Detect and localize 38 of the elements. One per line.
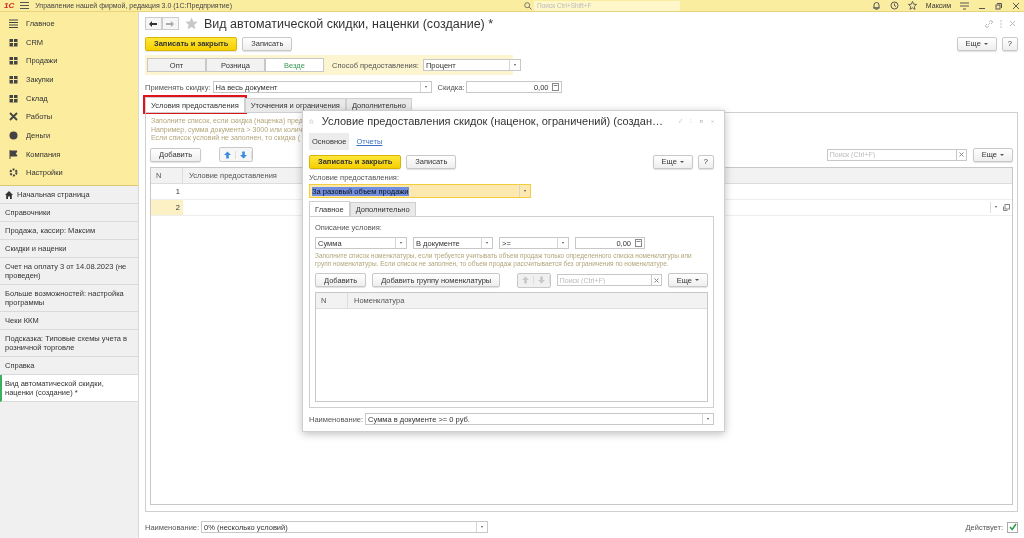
section-icon	[9, 74, 18, 84]
close-icon[interactable]	[1012, 1, 1020, 10]
section-icon	[9, 112, 18, 122]
section-icon	[9, 168, 18, 178]
section-icon	[9, 18, 18, 28]
check-icon	[1008, 523, 1017, 531]
section-icon	[9, 56, 18, 66]
back-arrow-icon	[148, 20, 157, 27]
section-icon	[9, 93, 18, 103]
calculator-icon	[635, 239, 642, 247]
back-button[interactable]	[145, 17, 162, 30]
forward-arrow-icon	[165, 20, 174, 27]
link-icon[interactable]	[985, 19, 993, 28]
search-icon	[524, 1, 532, 10]
section-icon	[9, 37, 18, 47]
section-icon	[9, 130, 18, 140]
home-icon	[5, 190, 13, 199]
settings-menu-icon[interactable]	[960, 1, 969, 10]
app-logo[interactable]: 1С	[4, 1, 15, 10]
caret-icon	[695, 279, 699, 281]
reorder-buttons[interactable]	[219, 147, 254, 162]
favorite-star-icon[interactable]	[185, 17, 198, 30]
star-icon[interactable]	[907, 1, 917, 10]
history-icon[interactable]	[889, 1, 899, 10]
dialog-title: Условие предоставления скидок (наценок, ограничений) (создан…	[321, 115, 663, 127]
menu-icon[interactable]	[20, 2, 30, 9]
section-icon	[9, 149, 18, 159]
bell-icon[interactable]	[871, 1, 881, 10]
caret-icon	[983, 42, 988, 45]
calculator-icon	[552, 83, 560, 91]
form-title: Вид автоматической скидки, наценки (создание) *	[204, 16, 494, 31]
caret-icon	[1000, 153, 1004, 156]
clear-icon[interactable]	[651, 274, 662, 286]
active-checkbox[interactable]	[1007, 521, 1018, 533]
restore-icon[interactable]	[995, 1, 1003, 10]
clear-icon[interactable]	[956, 148, 967, 161]
caret-icon	[679, 160, 684, 163]
open-icon[interactable]	[1003, 203, 1010, 211]
